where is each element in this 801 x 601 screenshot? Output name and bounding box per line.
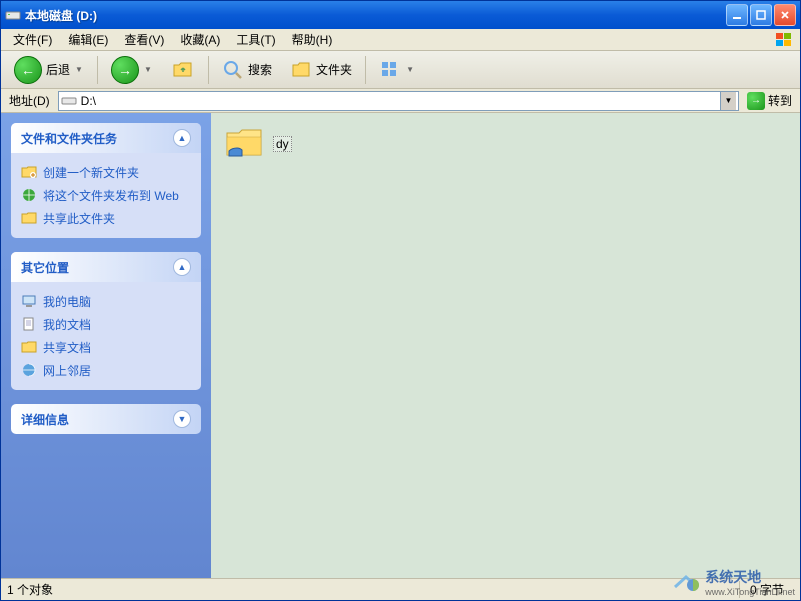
- folders-label: 文件夹: [316, 61, 352, 78]
- panel-header-other[interactable]: 其它位置 ▲: [11, 252, 201, 282]
- statusbar: 1 个对象 0 字节 系统天地 www.XiTongTianDi.net: [1, 578, 800, 600]
- place-label: 网上邻居: [43, 362, 91, 379]
- toolbar: ← 后退 ▼ → ▼ 搜索 文件夹 ▼: [1, 51, 800, 89]
- task-label: 将这个文件夹发布到 Web: [43, 187, 179, 204]
- network-icon: [21, 362, 37, 378]
- menu-help[interactable]: 帮助(H): [284, 29, 341, 50]
- place-label: 共享文档: [43, 339, 91, 356]
- search-icon: [222, 59, 244, 81]
- shared-docs-icon: [21, 339, 37, 355]
- folder-item-dy[interactable]: dy: [223, 125, 292, 163]
- drive-icon: [5, 7, 21, 23]
- shared-folder-icon: [223, 125, 265, 163]
- close-button[interactable]: [774, 4, 796, 26]
- panel-details: 详细信息 ▼: [11, 404, 201, 434]
- address-label: 地址(D): [5, 92, 54, 109]
- window-title: 本地磁盘 (D:): [25, 7, 726, 24]
- place-label: 我的电脑: [43, 293, 91, 310]
- back-arrow-icon: ←: [14, 56, 42, 84]
- chevron-up-icon: ▲: [173, 129, 191, 147]
- menu-view[interactable]: 查看(V): [116, 29, 172, 50]
- new-folder-icon: [21, 164, 37, 180]
- search-button[interactable]: 搜索: [215, 55, 279, 85]
- go-arrow-icon: →: [747, 92, 765, 110]
- panel-other-places: 其它位置 ▲ 我的电脑 我的文档 共享文档: [11, 252, 201, 390]
- panel-title-details: 详细信息: [21, 411, 173, 428]
- folder-up-icon: [171, 58, 195, 82]
- toolbar-separator: [97, 56, 98, 84]
- menubar: 文件(F) 编辑(E) 查看(V) 收藏(A) 工具(T) 帮助(H): [1, 29, 800, 51]
- computer-icon: [21, 293, 37, 309]
- panel-body-tasks: 创建一个新文件夹 将这个文件夹发布到 Web 共享此文件夹: [11, 153, 201, 238]
- drive-small-icon: [61, 93, 77, 109]
- windows-logo-icon: [772, 29, 796, 51]
- web-publish-icon: [21, 187, 37, 203]
- forward-button[interactable]: → ▼: [104, 52, 160, 88]
- back-label: 后退: [46, 61, 70, 78]
- task-publish-web[interactable]: 将这个文件夹发布到 Web: [19, 184, 193, 207]
- address-path: D:\: [81, 94, 720, 108]
- watermark-url: www.XiTongTianDi.net: [705, 587, 795, 597]
- share-icon: [21, 210, 37, 226]
- panel-header-tasks[interactable]: 文件和文件夹任务 ▲: [11, 123, 201, 153]
- place-shared-docs[interactable]: 共享文档: [19, 336, 193, 359]
- watermark-logo-icon: [671, 569, 701, 595]
- menu-edit[interactable]: 编辑(E): [60, 29, 116, 50]
- up-button[interactable]: [164, 54, 202, 86]
- place-my-documents[interactable]: 我的文档: [19, 313, 193, 336]
- chevron-down-icon: ▼: [173, 410, 191, 428]
- back-dropdown-icon: ▼: [74, 65, 84, 74]
- panel-title-tasks: 文件和文件夹任务: [21, 130, 173, 147]
- panel-title-other: 其它位置: [21, 259, 173, 276]
- toolbar-separator: [208, 56, 209, 84]
- search-label: 搜索: [248, 61, 272, 78]
- panel-file-tasks: 文件和文件夹任务 ▲ 创建一个新文件夹 将这个文件夹发布到 Web 共享此文件夹: [11, 123, 201, 238]
- place-network[interactable]: 网上邻居: [19, 359, 193, 382]
- folder-name-label[interactable]: dy: [273, 136, 292, 152]
- folders-icon: [290, 59, 312, 81]
- panel-body-other: 我的电脑 我的文档 共享文档 网上邻居: [11, 282, 201, 390]
- task-share-folder[interactable]: 共享此文件夹: [19, 207, 193, 230]
- maximize-button[interactable]: [750, 4, 772, 26]
- back-button[interactable]: ← 后退 ▼: [7, 52, 91, 88]
- file-pane[interactable]: dy: [211, 113, 800, 578]
- go-label: 转到: [768, 92, 792, 109]
- menu-favorites[interactable]: 收藏(A): [172, 29, 228, 50]
- views-icon: [379, 59, 401, 81]
- forward-dropdown-icon: ▼: [143, 65, 153, 74]
- addressbar: 地址(D) D:\ ▼ → 转到: [1, 89, 800, 113]
- task-new-folder[interactable]: 创建一个新文件夹: [19, 161, 193, 184]
- place-my-computer[interactable]: 我的电脑: [19, 290, 193, 313]
- views-dropdown-icon: ▼: [405, 65, 415, 74]
- watermark: 系统天地 www.XiTongTianDi.net: [671, 567, 795, 597]
- content-area: 文件和文件夹任务 ▲ 创建一个新文件夹 将这个文件夹发布到 Web 共享此文件夹: [1, 113, 800, 578]
- toolbar-separator: [365, 56, 366, 84]
- chevron-up-icon: ▲: [173, 258, 191, 276]
- tasks-sidebar: 文件和文件夹任务 ▲ 创建一个新文件夹 将这个文件夹发布到 Web 共享此文件夹: [1, 113, 211, 578]
- views-button[interactable]: ▼: [372, 55, 422, 85]
- documents-icon: [21, 316, 37, 332]
- minimize-button[interactable]: [726, 4, 748, 26]
- place-label: 我的文档: [43, 316, 91, 333]
- menu-file[interactable]: 文件(F): [5, 29, 60, 50]
- panel-header-details[interactable]: 详细信息 ▼: [11, 404, 201, 434]
- task-label: 共享此文件夹: [43, 210, 115, 227]
- titlebar[interactable]: 本地磁盘 (D:): [1, 1, 800, 29]
- forward-arrow-icon: →: [111, 56, 139, 84]
- address-input[interactable]: D:\ ▼: [58, 91, 739, 111]
- status-objects: 1 个对象: [7, 581, 739, 598]
- go-button[interactable]: → 转到: [743, 92, 796, 110]
- address-dropdown-icon[interactable]: ▼: [720, 92, 736, 110]
- menu-tools[interactable]: 工具(T): [228, 29, 283, 50]
- folders-button[interactable]: 文件夹: [283, 55, 359, 85]
- watermark-text: 系统天地: [705, 567, 795, 587]
- task-label: 创建一个新文件夹: [43, 164, 139, 181]
- explorer-window: 本地磁盘 (D:) 文件(F) 编辑(E) 查看(V) 收藏(A) 工具(T) …: [0, 0, 801, 601]
